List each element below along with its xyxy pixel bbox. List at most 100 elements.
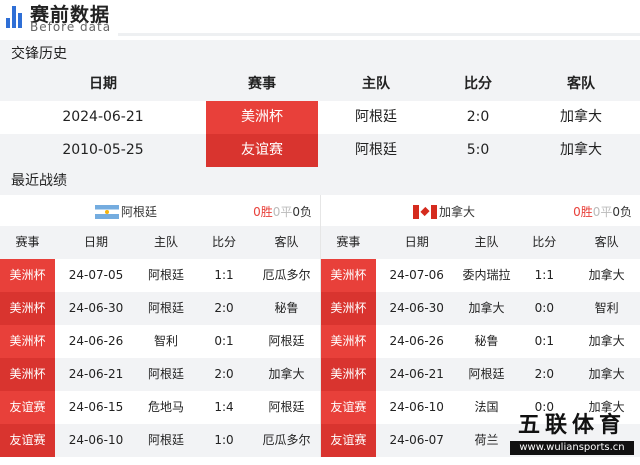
match-date: 24-06-30	[389, 301, 444, 315]
table-row[interactable]: 美洲杯 24-06-30 加拿大 0:0 智利	[321, 292, 640, 325]
watermark-title: 五联体育	[517, 412, 626, 438]
table-row[interactable]: 美洲杯 24-06-26 秘鲁 0:1 加拿大	[321, 325, 640, 358]
away-team: 秘鲁	[274, 301, 299, 315]
page-subtitle: Before data	[30, 20, 112, 34]
home-team: 阿根廷	[147, 301, 184, 315]
match-score: 1:1	[534, 268, 554, 282]
home-team: 荷兰	[474, 433, 499, 447]
match-date: 24-07-05	[68, 268, 124, 282]
competition-badge: 友谊赛	[0, 391, 55, 424]
col-competition: 赛事	[336, 235, 361, 249]
site-watermark: 五联体育 www.wuliansports.cn	[510, 411, 634, 461]
team-record: 0胜0平0负	[253, 203, 312, 220]
draws-count: 0平	[592, 205, 613, 219]
table-row[interactable]: 美洲杯 24-07-06 委内瑞拉 1:1 加拿大	[321, 259, 640, 292]
home-team: 阿根廷	[355, 142, 397, 158]
home-team: 阿根廷	[147, 367, 184, 381]
col-date: 日期	[83, 235, 108, 249]
home-team: 阿根廷	[468, 367, 505, 381]
header-divider	[118, 33, 640, 36]
home-team: 阿根廷	[147, 268, 184, 282]
away-team: 厄瓜多尔	[262, 433, 311, 447]
away-team: 加拿大	[588, 367, 625, 381]
match-date: 24-06-07	[389, 433, 444, 447]
match-score: 2:0	[214, 301, 234, 315]
competition-badge: 美洲杯	[0, 259, 55, 292]
page-header: 赛前数据 Before data	[0, 0, 640, 40]
match-score: 0:1	[534, 334, 554, 348]
h2h-row[interactable]: 2010-05-25 友谊赛 阿根廷 5:0 加拿大	[0, 134, 640, 167]
home-team: 智利	[153, 334, 178, 348]
away-team: 加拿大	[588, 334, 625, 348]
losses-count: 0负	[292, 205, 312, 219]
match-date: 24-06-30	[68, 301, 124, 315]
bar-chart-icon	[6, 6, 24, 28]
table-row[interactable]: 美洲杯 24-06-21 阿根廷 2:0 加拿大	[321, 358, 640, 391]
match-score: 2:0	[534, 367, 554, 381]
match-date: 24-06-26	[389, 334, 444, 348]
table-row[interactable]: 美洲杯 24-06-21 阿根廷 2:0 加拿大	[0, 358, 320, 391]
col-away: 客队	[274, 235, 299, 249]
draws-count: 0平	[272, 205, 293, 219]
competition-badge: 友谊赛	[321, 391, 376, 424]
col-score: 比分	[464, 76, 492, 92]
competition-badge: 美洲杯	[321, 325, 376, 358]
table-row[interactable]: 友谊赛 24-06-15 危地马 1:4 阿根廷	[0, 391, 320, 424]
recent-section-title: 最近战绩	[0, 167, 640, 195]
home-team: 法国	[474, 400, 499, 414]
match-date: 24-06-10	[68, 433, 124, 447]
away-team: 阿根廷	[268, 334, 305, 348]
match-date: 24-06-21	[68, 367, 124, 381]
col-competition: 赛事	[248, 76, 276, 92]
table-row[interactable]: 美洲杯 24-06-30 阿根廷 2:0 秘鲁	[0, 292, 320, 325]
col-date: 日期	[404, 235, 429, 249]
away-team: 加拿大	[560, 109, 602, 125]
col-competition: 赛事	[15, 235, 40, 249]
match-score: 1:0	[214, 433, 234, 447]
match-date: 2010-05-25	[62, 142, 144, 158]
col-away: 客队	[594, 235, 619, 249]
competition-badge: 美洲杯	[0, 292, 55, 325]
match-date: 24-06-15	[68, 400, 124, 414]
match-score: 0:1	[214, 334, 234, 348]
competition-badge: 美洲杯	[321, 292, 376, 325]
col-home: 主队	[362, 76, 390, 92]
competition-badge: 美洲杯	[0, 325, 55, 358]
away-team: 加拿大	[560, 142, 602, 158]
competition-badge: 美洲杯	[321, 358, 376, 391]
recent-table-header: 赛事 日期 主队 比分 客队	[321, 226, 640, 259]
away-team: 厄瓜多尔	[262, 268, 311, 282]
col-away: 客队	[567, 76, 595, 92]
argentina-flag-icon	[95, 204, 119, 219]
table-row[interactable]: 美洲杯 24-06-26 智利 0:1 阿根廷	[0, 325, 320, 358]
competition-badge: 美洲杯	[206, 101, 318, 134]
col-date: 日期	[89, 76, 117, 92]
competition-badge: 美洲杯	[0, 358, 55, 391]
h2h-section-title: 交锋历史	[0, 40, 640, 68]
away-team: 加拿大	[588, 268, 625, 282]
match-date: 24-06-21	[389, 367, 444, 381]
team-panel-argentina: 阿根廷 0胜0平0负 赛事 日期 主队 比分 客队 美洲杯 24-07-05 阿…	[0, 195, 320, 457]
match-date: 24-07-06	[389, 268, 444, 282]
team-header: 加拿大 0胜0平0负	[321, 195, 640, 226]
home-team: 阿根廷	[355, 109, 397, 125]
h2h-table-header: 日期 赛事 主队 比分 客队	[0, 68, 640, 101]
h2h-row[interactable]: 2024-06-21 美洲杯 阿根廷 2:0 加拿大	[0, 101, 640, 134]
away-team: 智利	[594, 301, 619, 315]
match-score: 1:4	[214, 400, 234, 414]
team-name: 加拿大	[439, 205, 476, 219]
away-team: 阿根廷	[268, 400, 305, 414]
away-team: 加拿大	[268, 367, 305, 381]
match-date: 2024-06-21	[62, 109, 144, 125]
canada-flag-icon	[413, 204, 437, 219]
home-team: 危地马	[147, 400, 184, 414]
recent-table-header: 赛事 日期 主队 比分 客队	[0, 226, 320, 259]
team-header: 阿根廷 0胜0平0负	[0, 195, 320, 226]
table-row[interactable]: 美洲杯 24-07-05 阿根廷 1:1 厄瓜多尔	[0, 259, 320, 292]
match-date: 24-06-26	[68, 334, 124, 348]
col-home: 主队	[474, 235, 499, 249]
table-row[interactable]: 友谊赛 24-06-10 阿根廷 1:0 厄瓜多尔	[0, 424, 320, 457]
home-team: 加拿大	[468, 301, 505, 315]
col-score: 比分	[532, 235, 557, 249]
team-name-wrap: 加拿大	[413, 203, 475, 220]
